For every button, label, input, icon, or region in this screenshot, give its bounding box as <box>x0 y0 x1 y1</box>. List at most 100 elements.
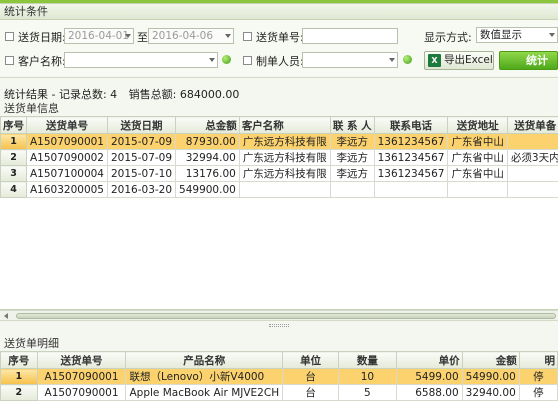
table-cell[interactable]: 2015-07-10 <box>106 165 177 182</box>
table-cell[interactable]: 87930.00 <box>175 133 240 150</box>
table-cell[interactable]: 5499.00 <box>395 368 463 385</box>
details-column-header[interactable]: 数量 <box>338 351 397 369</box>
orders-column-header[interactable]: 客户名称 <box>238 116 331 134</box>
row-number[interactable]: 1 <box>0 133 27 150</box>
refresh-icon[interactable] <box>403 55 412 64</box>
date-to-input[interactable]: 2016-04-06 <box>148 28 234 44</box>
table-cell[interactable]: 停 <box>518 384 558 401</box>
table-cell[interactable]: 广东远方科技有限 <box>238 149 331 166</box>
orders-column-header[interactable]: 送货单备 <box>506 116 558 134</box>
orders-column-header[interactable]: 送货单号 <box>26 116 108 134</box>
table-cell[interactable]: A1507090001 <box>36 384 127 401</box>
details-column-header[interactable]: 单位 <box>282 351 340 369</box>
table-cell[interactable]: 广东远方科技有限 <box>238 165 331 182</box>
row-number[interactable]: 4 <box>0 181 27 198</box>
table-cell[interactable]: 李远方 <box>329 149 375 166</box>
table-cell[interactable]: Apple MacBook Air MJVE2CH <box>125 384 284 401</box>
table-cell[interactable] <box>329 181 375 198</box>
export-excel-button[interactable]: X 导出Excel <box>424 51 494 70</box>
table-row[interactable]: 3 A1507100004 2015-07-10 13176.00 广东远方科技有限 李远… <box>0 165 558 182</box>
table-row[interactable]: 2 A1507090001 Apple MacBook Air MJVE2CH 台 5 6… <box>0 384 558 401</box>
scroll-left-icon[interactable] <box>4 313 8 319</box>
grid-splitter[interactable] <box>0 320 558 334</box>
table-cell[interactable]: A1507090002 <box>26 149 108 166</box>
chevron-down-icon[interactable] <box>125 34 131 38</box>
table-cell[interactable]: 李远方 <box>329 165 375 182</box>
table-cell[interactable]: 2015-07-09 <box>106 133 177 150</box>
table-row[interactable]: 2 A1507090002 2015-07-09 32994.00 广东远方科技有限 李远… <box>0 149 558 166</box>
customer-checkbox[interactable] <box>5 56 14 65</box>
row-number[interactable]: 2 <box>0 384 38 401</box>
table-cell[interactable]: 1361234567 <box>373 133 449 150</box>
table-cell[interactable]: A1507100004 <box>26 165 108 182</box>
details-column-header[interactable]: 送货单号 <box>36 351 127 369</box>
table-cell[interactable] <box>506 165 558 182</box>
chevron-down-icon[interactable] <box>549 33 555 37</box>
table-cell[interactable]: 32994.00 <box>175 149 240 166</box>
table-cell[interactable]: 停 <box>518 368 558 385</box>
table-row[interactable]: 1 A1507090001 联想（Lenovo）小新V4000 台 10 5499.00 5… <box>0 368 558 385</box>
display-mode-select[interactable]: 数值显示 <box>476 27 558 43</box>
table-cell[interactable]: 必须3天内 <box>506 149 558 166</box>
table-cell[interactable] <box>238 181 331 198</box>
details-column-header[interactable]: 产品名称 <box>125 351 284 369</box>
maker-checkbox[interactable] <box>243 56 252 65</box>
details-column-header[interactable]: 序号 <box>0 351 38 369</box>
row-number[interactable]: 1 <box>0 368 38 385</box>
table-cell[interactable]: 6588.00 <box>395 384 463 401</box>
table-cell[interactable]: A1507090001 <box>36 368 127 385</box>
orders-column-header[interactable]: 送货日期 <box>106 116 177 134</box>
table-cell[interactable]: 549900.00 <box>175 181 240 198</box>
table-cell[interactable]: 李远方 <box>329 133 375 150</box>
maker-select[interactable] <box>302 52 398 68</box>
chevron-down-icon[interactable] <box>389 58 395 62</box>
table-cell[interactable] <box>447 181 508 198</box>
table-cell[interactable]: 10 <box>338 368 397 385</box>
orders-column-header[interactable]: 序号 <box>0 116 27 134</box>
table-cell[interactable] <box>506 181 558 198</box>
date-from-input[interactable]: 2016-04-01 <box>64 28 134 44</box>
ship-date-checkbox[interactable] <box>5 32 14 41</box>
orders-column-header[interactable]: 联系电话 <box>373 116 449 134</box>
refresh-icon[interactable] <box>222 55 231 64</box>
table-cell[interactable]: 1361234567 <box>373 149 449 166</box>
chevron-down-icon[interactable] <box>225 34 231 38</box>
table-cell[interactable]: 5 <box>338 384 397 401</box>
scroll-thumb[interactable] <box>16 313 556 319</box>
details-column-header[interactable]: 明 <box>518 351 558 369</box>
table-cell[interactable]: 广东远方科技有限 <box>238 133 331 150</box>
table-cell[interactable] <box>373 181 449 198</box>
ship-no-checkbox[interactable] <box>243 32 252 41</box>
table-cell[interactable]: 台 <box>282 384 340 401</box>
orders-column-header[interactable]: 送货地址 <box>447 116 508 134</box>
table-cell[interactable]: A1507090001 <box>26 133 108 150</box>
splitter-grip-icon[interactable] <box>269 324 289 327</box>
stat-button[interactable]: 统计 <box>499 51 558 70</box>
table-row[interactable]: 4 A1603200005 2016-03-20 549900.00 <box>0 181 558 198</box>
table-cell[interactable]: 13176.00 <box>175 165 240 182</box>
table-cell[interactable]: 2016-03-20 <box>106 181 177 198</box>
table-cell[interactable]: 32940.00 <box>461 384 520 401</box>
customer-select[interactable] <box>64 52 218 68</box>
orders-column-header[interactable]: 总金额 <box>175 116 240 134</box>
row-number[interactable]: 2 <box>0 149 27 166</box>
table-cell[interactable]: 1361234567 <box>373 165 449 182</box>
table-row[interactable]: 1 A1507090001 2015-07-09 87930.00 广东远方科技有限 李远… <box>0 133 558 150</box>
table-cell[interactable] <box>506 133 558 150</box>
details-column-header[interactable]: 单价 <box>395 351 463 369</box>
table-cell[interactable]: 2015-07-09 <box>106 149 177 166</box>
table-cell[interactable]: 广东省中山 <box>447 133 508 150</box>
orders-table: 序号 送货单号 送货日期 总金额 客户名称联 系 人联系电话 送货地址 送货单备 1 A150… <box>0 116 558 198</box>
orders-hscrollbar[interactable] <box>0 310 558 320</box>
table-cell[interactable]: 台 <box>282 368 340 385</box>
table-cell[interactable]: A1603200005 <box>26 181 108 198</box>
table-cell[interactable]: 广东省中山 <box>447 165 508 182</box>
table-cell[interactable]: 54990.00 <box>461 368 520 385</box>
ship-no-input[interactable] <box>302 28 398 44</box>
table-cell[interactable]: 广东省中山 <box>447 149 508 166</box>
row-number[interactable]: 3 <box>0 165 27 182</box>
orders-column-header[interactable]: 联 系 人 <box>329 116 375 134</box>
details-column-header[interactable]: 金额 <box>461 351 520 369</box>
chevron-down-icon[interactable] <box>209 58 215 62</box>
table-cell[interactable]: 联想（Lenovo）小新V4000 <box>125 368 284 385</box>
